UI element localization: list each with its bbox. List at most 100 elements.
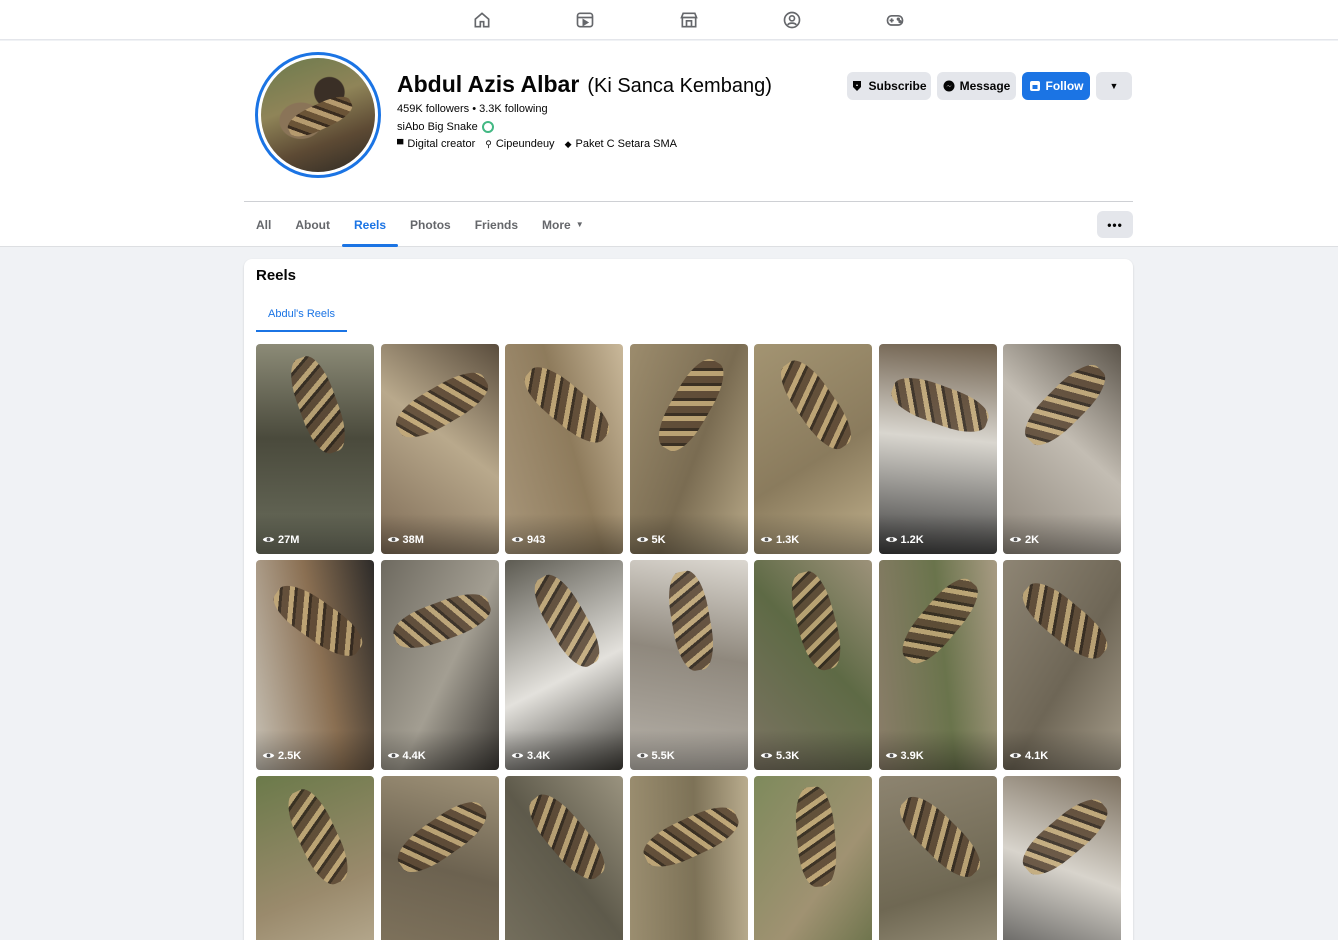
avatar xyxy=(261,58,375,172)
subscribe-button[interactable]: Subscribe xyxy=(847,72,931,100)
tab-photos[interactable]: Photos xyxy=(398,202,463,247)
eye-icon xyxy=(636,753,648,758)
view-count: 1.2K xyxy=(885,533,924,546)
reel-thumbnail[interactable]: 1.3K xyxy=(754,344,872,554)
tab-abduls-reels[interactable]: Abdul's Reels xyxy=(256,295,347,332)
eye-icon xyxy=(636,537,648,542)
bio-label: siAbo Big Snake xyxy=(397,121,478,133)
eye-icon xyxy=(262,753,275,758)
profile-tabs: All About Reels Photos Friends More ▼ xyxy=(244,202,596,247)
detail-text: Digital creator xyxy=(407,138,476,150)
reel-thumbnail[interactable]: 4.1K xyxy=(1003,560,1121,770)
tab-all[interactable]: All xyxy=(244,202,283,247)
view-count-label: 38M xyxy=(402,533,424,546)
reel-thumbnail[interactable]: 1.2K xyxy=(878,344,997,554)
reel-thumbnail[interactable]: 27M xyxy=(256,344,374,554)
reel-thumbnail[interactable]: 943 xyxy=(505,344,623,554)
message-label: Message xyxy=(959,79,1011,93)
reel-thumbnail[interactable]: 3.4K xyxy=(505,560,623,770)
graduation-cap-icon: ◆ xyxy=(564,138,572,149)
view-count-label: 27M xyxy=(278,533,300,546)
subscribe-label: Subscribe xyxy=(868,79,927,93)
tab-label: All xyxy=(256,217,272,232)
reel-thumbnail[interactable] xyxy=(1003,776,1121,940)
tab-friends[interactable]: Friends xyxy=(463,202,530,247)
reel-thumbnail[interactable] xyxy=(629,776,748,940)
tab-label: More xyxy=(542,217,571,232)
reel-thumbnail[interactable]: 5K xyxy=(629,344,748,554)
reel-thumbnail[interactable] xyxy=(505,776,623,940)
view-count-label: 943 xyxy=(527,533,546,546)
eye-icon xyxy=(387,537,399,542)
view-count: 2K xyxy=(1009,533,1039,546)
tab-more[interactable]: More ▼ xyxy=(530,202,596,247)
reel-thumbnail[interactable]: 4.4K xyxy=(380,560,499,770)
reels-card: Reels Abdul's Reels 27M 38M 943 5K 1.3K 1.2K 2… xyxy=(244,259,1133,940)
reel-thumbnail[interactable] xyxy=(256,776,374,940)
view-count-label: 5K xyxy=(651,533,666,546)
follow-icon xyxy=(1029,80,1041,92)
detail-text: Cipeundeuy xyxy=(495,138,555,150)
view-count: 5.5K xyxy=(636,749,675,762)
groups-icon[interactable] xyxy=(780,8,804,32)
profile-dropdown-button[interactable]: ▼ xyxy=(1096,72,1132,100)
detail-text: Paket C Setara SMA xyxy=(575,138,677,150)
tab-reels[interactable]: Reels xyxy=(342,202,399,247)
view-count: 4.4K xyxy=(387,749,426,762)
tab-label: Photos xyxy=(410,217,451,232)
reel-thumbnail[interactable]: 5.5K xyxy=(629,560,748,770)
reel-thumbnail[interactable] xyxy=(380,776,499,940)
eye-icon xyxy=(1009,753,1022,758)
gaming-icon[interactable] xyxy=(883,8,907,32)
message-button[interactable]: Message xyxy=(937,72,1016,100)
view-count-label: 2K xyxy=(1025,533,1040,546)
messenger-icon xyxy=(943,80,955,92)
eye-icon xyxy=(387,753,399,758)
shield-icon xyxy=(851,80,863,92)
profile-header: Abdul Azis Albar (Ki Sanca Kembang) 459K… xyxy=(0,41,1338,247)
view-count-label: 5.3K xyxy=(776,749,800,762)
profile-bio: siAbo Big Snake xyxy=(397,121,494,133)
view-count-label: 3.4K xyxy=(527,749,551,762)
tab-about[interactable]: About xyxy=(283,202,342,247)
view-count: 4.1K xyxy=(1009,749,1048,762)
reel-thumbnail[interactable] xyxy=(754,776,872,940)
view-count-label: 4.1K xyxy=(1025,749,1049,762)
follower-stats[interactable]: 459K followers • 3.3K following xyxy=(397,103,548,115)
tab-label: Friends xyxy=(474,217,519,232)
marketplace-icon[interactable] xyxy=(677,8,701,32)
more-options-button[interactable]: ••• xyxy=(1097,211,1133,238)
reel-thumbnail[interactable]: 5.3K xyxy=(754,560,872,770)
ellipsis-icon: ••• xyxy=(1107,217,1123,232)
reel-thumbnail[interactable] xyxy=(878,776,997,940)
eye-icon xyxy=(511,753,524,758)
detail-work: ▀ Digital creator xyxy=(397,138,475,150)
briefcase-icon: ▀ xyxy=(397,139,404,149)
view-count-label: 1.3K xyxy=(776,533,800,546)
video-icon[interactable] xyxy=(573,8,597,32)
eye-icon xyxy=(885,753,897,758)
follow-button[interactable]: Follow xyxy=(1022,72,1090,100)
view-count: 5.3K xyxy=(760,749,799,762)
reel-thumbnail[interactable]: 2.5K xyxy=(256,560,374,770)
reel-thumbnail[interactable]: 38M xyxy=(380,344,499,554)
view-count: 2.5K xyxy=(262,749,301,762)
profile-avatar[interactable] xyxy=(255,52,381,178)
reel-thumbnail[interactable]: 3.9K xyxy=(878,560,997,770)
view-count: 1.3K xyxy=(760,533,799,546)
view-count-label: 3.9K xyxy=(900,749,924,762)
caret-down-icon: ▼ xyxy=(575,220,584,229)
view-count-label: 5.5K xyxy=(651,749,675,762)
view-count-label: 2.5K xyxy=(278,749,302,762)
reels-grid: 27M 38M 943 5K 1.3K 1.2K 2K 2.5K 4.4K 3.4K 5.5K 5.3… xyxy=(256,344,1121,940)
reel-thumbnail[interactable]: 2K xyxy=(1003,344,1121,554)
view-count: 943 xyxy=(511,533,545,546)
home-icon[interactable] xyxy=(470,8,494,32)
view-count: 38M xyxy=(387,533,424,546)
tab-label: About xyxy=(295,217,330,232)
view-count: 3.4K xyxy=(511,749,550,762)
verified-badge-icon xyxy=(481,121,494,133)
eye-icon xyxy=(511,537,524,542)
eye-icon xyxy=(262,537,275,542)
eye-icon xyxy=(760,537,773,542)
